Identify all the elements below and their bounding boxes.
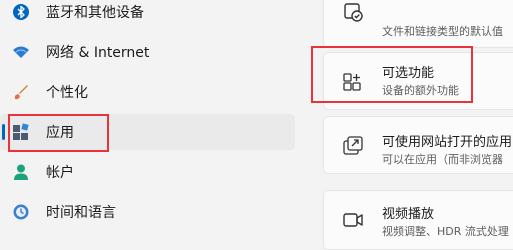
card-subtitle: 视频调整、HDR 流式处理 (382, 225, 509, 238)
nav-item-label: 蓝牙和其他设备 (46, 5, 144, 21)
nav-item-label: 个性化 (46, 85, 88, 101)
selection-indicator (2, 124, 5, 140)
nav-item-bluetooth[interactable]: 蓝牙和其他设备 (0, 0, 295, 30)
nav-item-time-language[interactable]: 时间和语言 (0, 194, 295, 230)
card-title: 视频播放 (382, 207, 435, 222)
nav-item-label: 时间和语言 (46, 205, 116, 221)
nav-item-accounts[interactable]: 帐户 (0, 154, 295, 190)
card-title: 可使用网站打开的应用 (382, 135, 513, 150)
nav-item-personalization[interactable]: 个性化 (0, 74, 295, 110)
nav-item-label: 帐户 (46, 165, 74, 181)
settings-nav: 蓝牙和其他设备 网络 & Internet 个性化 应用 帐户 时间和语言 (0, 0, 300, 240)
video-icon (342, 209, 364, 231)
default-apps-icon (342, 1, 364, 23)
wifi-icon (11, 42, 31, 62)
brush-icon (11, 82, 31, 102)
nav-item-label: 网络 & Internet (46, 45, 150, 61)
open-link-icon (342, 135, 364, 157)
card-apps-for-websites[interactable]: 可使用网站打开的应用 可以在应用（而非浏览器 (323, 116, 513, 174)
highlight-box-optional-features (311, 46, 473, 103)
card-subtitle: 可以在应用（而非浏览器 (382, 153, 503, 166)
card-default-apps[interactable]: 文件和链接类型的默认值 (323, 0, 513, 48)
bluetooth-icon (11, 2, 31, 22)
card-video-playback[interactable]: 视频播放 视频调整、HDR 流式处理 (323, 190, 513, 250)
highlight-box-apps (8, 114, 109, 152)
account-icon (11, 162, 31, 182)
nav-item-network[interactable]: 网络 & Internet (0, 34, 295, 70)
time-language-icon (11, 202, 31, 222)
card-subtitle: 文件和链接类型的默认值 (382, 25, 503, 38)
